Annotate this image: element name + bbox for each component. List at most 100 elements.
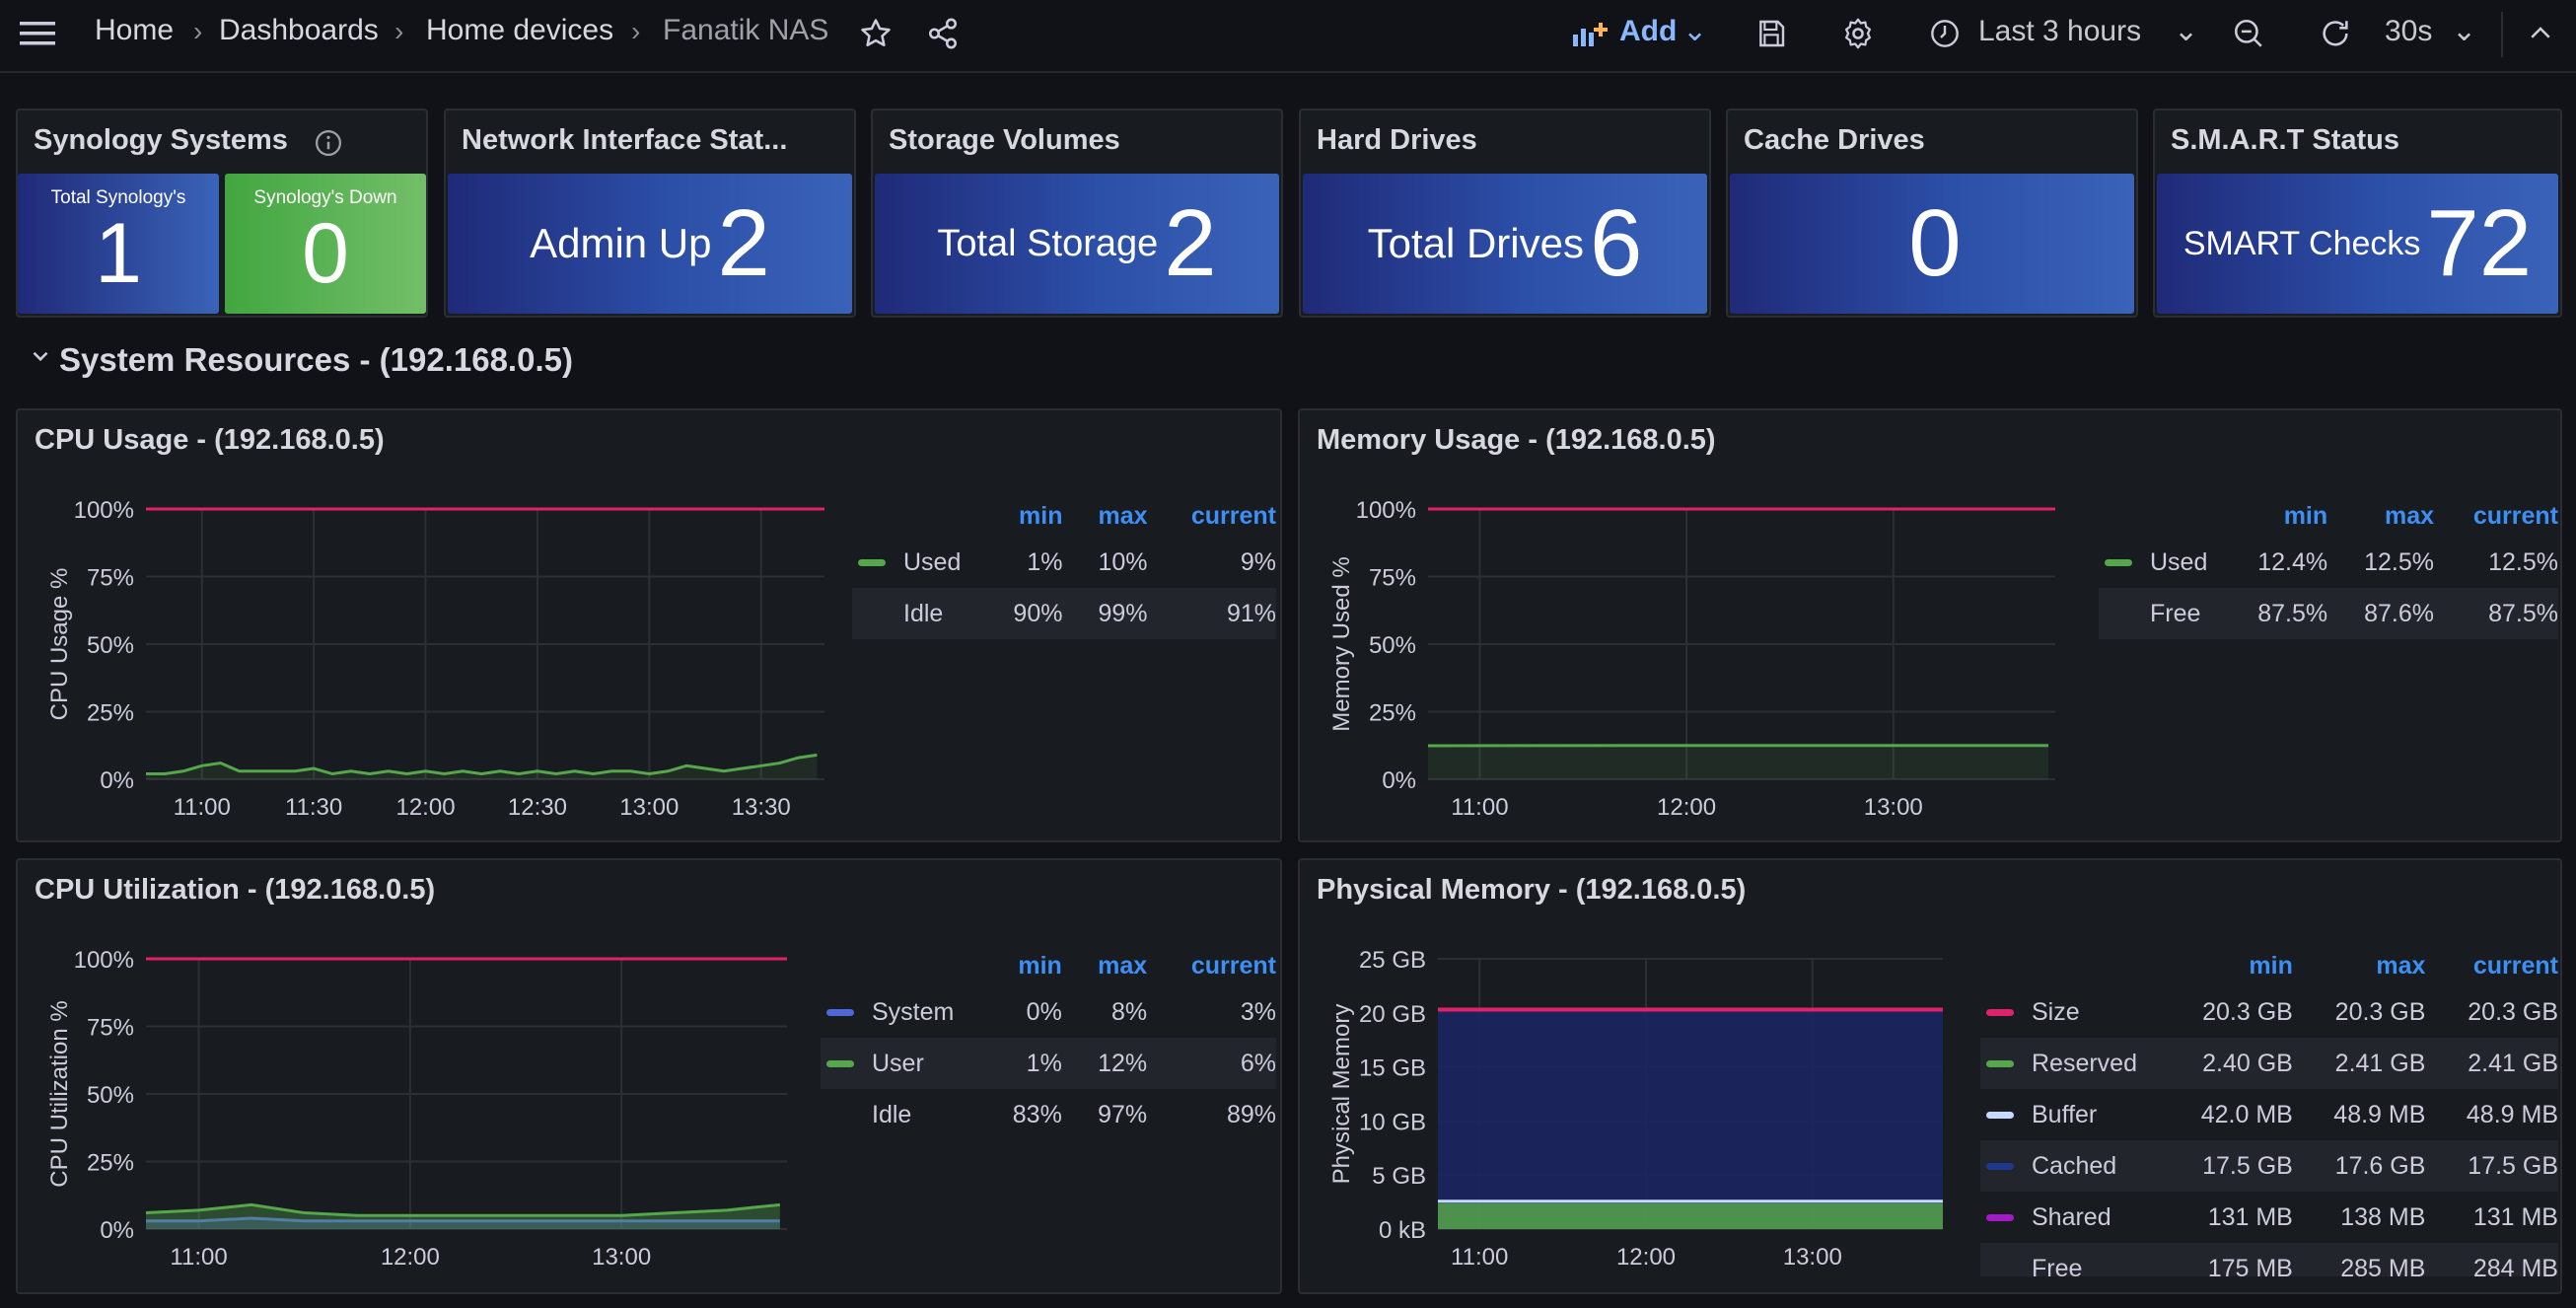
memory-usage-chart: 0% 25% 50% 75% 100% 11:00 12:00 13:00 Memory Use… — [1328, 497, 2055, 821]
legend-swatch — [821, 986, 856, 1038]
legend-current: 17.5 GB — [2425, 1140, 2558, 1192]
breadcrumb-home[interactable]: Home — [95, 14, 174, 47]
smart-checks-stat: SMART Checks 72 — [2157, 174, 2558, 314]
stat-value: 0 — [1908, 190, 1962, 296]
legend-row[interactable]: User 1% 12% 6% — [821, 1038, 1276, 1089]
y-tick-label: 75% — [1369, 565, 1416, 592]
refresh-icon[interactable] — [2316, 14, 2355, 53]
total-synology-stat: Total Synology's 1 — [18, 174, 219, 314]
legend-row[interactable]: Used 1% 10% 9% — [852, 537, 1276, 588]
clock-icon[interactable] — [1925, 14, 1965, 53]
x-tick-label: 12:00 — [381, 1244, 440, 1271]
legend-current: 48.9 MB — [2466, 1100, 2558, 1128]
series-color-swatch — [1986, 1163, 2014, 1171]
legend-series-name: User — [856, 1038, 977, 1089]
cache-drives-panel: Cache Drives 0 — [1726, 109, 2138, 318]
legend-current: 20.3 GB — [2468, 997, 2558, 1026]
series-color-swatch — [1986, 1214, 2014, 1222]
legend-swatch — [1980, 986, 2016, 1038]
chevron-down-icon[interactable] — [28, 343, 53, 374]
breadcrumb-dashboards[interactable]: Dashboards — [219, 14, 379, 47]
legend-row[interactable]: Idle 83% 97% 89% — [821, 1089, 1276, 1140]
breadcrumb-home-devices[interactable]: Home devices — [426, 14, 613, 47]
legend-row[interactable]: Reserved 2.40 GB 2.41 GB 2.41 GB — [1980, 1038, 2558, 1089]
row-title[interactable]: System Resources - (192.168.0.5) — [59, 341, 573, 379]
cached-area — [1438, 1009, 1943, 1229]
legend-row[interactable]: System 0% 8% 3% — [821, 986, 1276, 1038]
y-axis-label: CPU Utilization % — [46, 1000, 73, 1187]
cpu-utilization-chart: 0% 25% 50% 75% 100% 11:00 12:00 13:00 CPU Utiliz… — [46, 947, 787, 1271]
legend-min: 90% — [977, 588, 1063, 639]
legend-row[interactable]: Free 175 MB 285 MB 284 MB — [1980, 1243, 2558, 1276]
legend-min: 83% — [1012, 1100, 1062, 1128]
legend-row[interactable]: Buffer 42.0 MB 48.9 MB 48.9 MB — [1980, 1089, 2558, 1140]
legend-swatch — [852, 588, 888, 639]
series-color-swatch — [1986, 1112, 2014, 1120]
x-tick-label: 13:00 — [1864, 794, 1923, 821]
legend-row[interactable]: Free 87.5% 87.6% 87.5% — [2099, 588, 2558, 639]
stat-value: 2 — [1164, 190, 1217, 296]
info-icon[interactable] — [314, 128, 343, 163]
y-tick-label: 15 GB — [1359, 1055, 1426, 1082]
add-button[interactable]: Add — [1619, 15, 1677, 48]
chevron-down-icon[interactable]: ⌄ — [2452, 14, 2476, 48]
toolbar-divider — [2501, 12, 2503, 57]
legend-series-name: Free — [2016, 1243, 2161, 1276]
legend-row[interactable]: Shared 131 MB 138 MB 131 MB — [1980, 1192, 2558, 1243]
panel-title: Network Interface Stat... — [462, 124, 788, 156]
time-range-picker[interactable]: Last 3 hours — [1978, 15, 2141, 48]
cpu-utilization-panel: CPU Utilization - (192.168.0.5) 0% 25% 50%… — [16, 858, 1282, 1294]
legend-current: 87.5% — [2434, 588, 2558, 639]
legend-row[interactable]: Size 20.3 GB 20.3 GB 20.3 GB — [1980, 986, 2558, 1038]
legend-row[interactable]: Idle 90% 99% 91% — [852, 588, 1276, 639]
legend-scroll-area[interactable]: min max current Size 20.3 GB 20.3 GB 20.3 GB R… — [1980, 945, 2558, 1276]
legend-series-name: Reserved — [2016, 1038, 2161, 1089]
y-tick-label: 50% — [87, 1082, 134, 1109]
legend-min: 87.5% — [2221, 588, 2328, 639]
y-tick-label: 25% — [87, 1150, 134, 1177]
chevron-right-icon: › — [193, 16, 203, 46]
legend-max: 10% — [1098, 547, 1148, 576]
legend-max: 285 MB — [2292, 1243, 2426, 1276]
legend-current: 91% — [1147, 588, 1276, 639]
legend-swatch — [1980, 1089, 2016, 1140]
legend-swatch — [1980, 1038, 2016, 1089]
share-icon[interactable] — [923, 14, 963, 53]
chevron-right-icon: › — [631, 16, 641, 46]
y-tick-label: 0 kB — [1379, 1217, 1426, 1244]
legend-current: 2.41 GB — [2425, 1038, 2558, 1089]
zoom-out-icon[interactable] — [2229, 14, 2268, 53]
refresh-interval-picker[interactable]: 30s — [2385, 15, 2432, 48]
settings-gear-icon[interactable] — [1838, 14, 1878, 53]
y-tick-label: 100% — [1356, 497, 1416, 524]
star-icon[interactable] — [856, 14, 895, 53]
x-tick-label: 13:30 — [732, 794, 791, 821]
admin-up-stat: Admin Up 2 — [448, 174, 852, 314]
menu-icon[interactable] — [18, 14, 57, 53]
legend-swatch — [821, 1089, 856, 1140]
chevron-down-icon[interactable]: ⌄ — [2174, 14, 2198, 48]
y-tick-label: 10 GB — [1359, 1109, 1426, 1135]
save-icon[interactable] — [1752, 14, 1791, 53]
x-tick-label: 13:00 — [619, 794, 679, 821]
chevron-down-icon[interactable]: ⌄ — [1682, 14, 1707, 48]
y-tick-label: 25% — [1369, 700, 1416, 727]
legend-swatch — [821, 1038, 856, 1089]
stat-label: Total Storage — [937, 222, 1159, 264]
legend-max: 99% — [1062, 588, 1148, 639]
add-panel-icon[interactable] — [1570, 14, 1610, 53]
legend-row[interactable]: Cached 17.5 GB 17.6 GB 17.5 GB — [1980, 1140, 2558, 1192]
y-tick-label: 5 GB — [1372, 1163, 1426, 1190]
chevron-up-icon[interactable] — [2521, 14, 2560, 53]
legend-row[interactable]: Used 12.4% 12.5% 12.5% — [2099, 537, 2558, 588]
legend-max: 20.3 GB — [2334, 997, 2426, 1026]
series-color-swatch — [1986, 1060, 2014, 1068]
x-tick-label: 13:00 — [1783, 1244, 1842, 1271]
legend-current: 89% — [1226, 1100, 1276, 1128]
cpu-usage-legend: min max current Used 1% 10% 9% Idle 90% 99% 91% — [852, 495, 1276, 639]
series-color-swatch — [826, 1060, 854, 1068]
y-axis-label: CPU Usage % — [46, 568, 73, 721]
storage-volumes-panel: Storage Volumes Total Storage 2 — [871, 109, 1283, 318]
x-tick-label: 13:00 — [592, 1244, 651, 1271]
stat-label: Admin Up — [530, 220, 712, 266]
